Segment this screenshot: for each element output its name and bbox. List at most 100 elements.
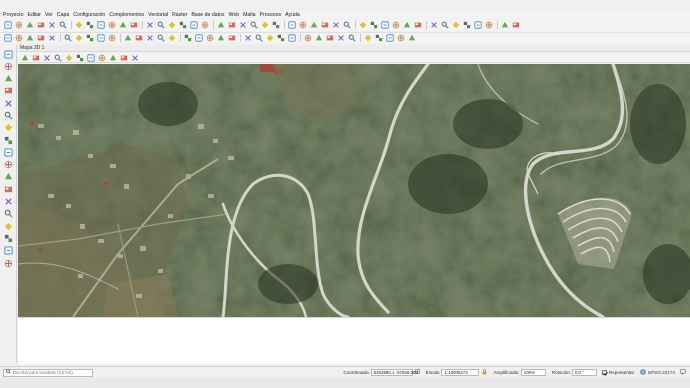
highlighter-icon[interactable] bbox=[336, 34, 345, 43]
pen-icon[interactable] bbox=[347, 34, 356, 43]
add-wfs-icon[interactable] bbox=[3, 209, 13, 219]
map-pan-icon[interactable] bbox=[20, 53, 29, 62]
lock-icon[interactable] bbox=[482, 368, 487, 377]
tips-icon[interactable] bbox=[271, 21, 280, 30]
plugin-icon[interactable] bbox=[309, 21, 318, 30]
add-mesh-icon[interactable] bbox=[3, 74, 13, 84]
annotation-icon[interactable] bbox=[249, 21, 258, 30]
pan-icon[interactable] bbox=[36, 21, 45, 30]
rotate-icon[interactable] bbox=[451, 21, 460, 30]
delete-icon[interactable] bbox=[47, 34, 56, 43]
add-postgis-icon[interactable] bbox=[3, 123, 13, 133]
select-icon[interactable] bbox=[178, 21, 187, 30]
crs-globe-icon[interactable] bbox=[640, 368, 646, 377]
menu-raster[interactable]: Ráster bbox=[172, 12, 187, 18]
pin-icon[interactable] bbox=[134, 34, 143, 43]
move-feature-icon[interactable] bbox=[36, 34, 45, 43]
paint-icon[interactable] bbox=[363, 34, 372, 43]
locate-icon[interactable] bbox=[358, 21, 367, 30]
map-settings-icon[interactable] bbox=[108, 53, 117, 62]
zoom-last-icon[interactable] bbox=[107, 21, 116, 30]
redo-icon[interactable] bbox=[107, 34, 116, 43]
save-project-icon[interactable] bbox=[25, 21, 34, 30]
refresh-2-icon[interactable] bbox=[407, 34, 416, 43]
messages-icon[interactable] bbox=[680, 368, 686, 377]
zoom-layer-icon[interactable] bbox=[85, 21, 94, 30]
overview-icon[interactable] bbox=[314, 34, 323, 43]
add-xyz-icon[interactable] bbox=[3, 184, 13, 194]
digitize-icon[interactable] bbox=[380, 21, 389, 30]
open-project-icon[interactable] bbox=[14, 21, 23, 30]
add-virtual-icon[interactable] bbox=[3, 160, 13, 170]
zoom-next-icon[interactable] bbox=[118, 21, 127, 30]
menu-configuracion[interactable]: Configuración bbox=[73, 12, 105, 18]
undo-icon[interactable] bbox=[96, 34, 105, 43]
magnifier-field[interactable]: 100% bbox=[520, 369, 546, 376]
menu-capa[interactable]: Capa bbox=[57, 12, 69, 18]
add-vector-icon[interactable] bbox=[3, 49, 13, 59]
layout-manager-icon[interactable] bbox=[484, 21, 493, 30]
menu-procesos[interactable]: Procesos bbox=[260, 12, 282, 18]
menu-malla[interactable]: Malla bbox=[243, 12, 255, 18]
rotate-label-icon[interactable] bbox=[167, 34, 176, 43]
deselect-icon[interactable] bbox=[189, 21, 198, 30]
show-hide-label-icon[interactable] bbox=[145, 34, 154, 43]
grass-icon[interactable] bbox=[265, 34, 274, 43]
osm-icon[interactable] bbox=[331, 21, 340, 30]
menu-base-de-datos[interactable]: Base de datos bbox=[191, 12, 224, 18]
statistics-icon[interactable] bbox=[227, 21, 236, 30]
add-spatialite-icon[interactable] bbox=[3, 110, 13, 120]
coordinate-field[interactable]: 6262880,1 -97848,008 bbox=[370, 369, 418, 376]
menu-vectorial[interactable]: Vectorial bbox=[148, 12, 168, 18]
map-export-icon[interactable] bbox=[97, 53, 106, 62]
identify-icon[interactable] bbox=[167, 21, 176, 30]
map-canvas[interactable] bbox=[18, 64, 690, 317]
add-vector-tile-icon[interactable] bbox=[3, 233, 13, 243]
add-geopackage-icon[interactable] bbox=[3, 98, 13, 108]
map-effects-icon[interactable] bbox=[119, 53, 128, 62]
rectangle-icon[interactable] bbox=[243, 34, 252, 43]
merge-icon[interactable] bbox=[402, 21, 411, 30]
menu-editar[interactable]: Editar bbox=[27, 12, 41, 18]
temporal-icon[interactable] bbox=[156, 21, 165, 30]
new-map-view-icon[interactable] bbox=[129, 21, 138, 30]
new-layout-icon[interactable] bbox=[473, 21, 482, 30]
menu-ver[interactable]: Ver bbox=[45, 12, 53, 18]
add-feature-icon[interactable] bbox=[25, 34, 34, 43]
render-checkbox[interactable] bbox=[601, 370, 607, 375]
db-manager-icon[interactable] bbox=[287, 21, 296, 30]
zoom-in-icon[interactable] bbox=[47, 21, 56, 30]
offset-icon[interactable] bbox=[440, 21, 449, 30]
georeferencer-icon[interactable] bbox=[320, 21, 329, 30]
pencil-icon[interactable] bbox=[325, 34, 334, 43]
add-mssql-icon[interactable] bbox=[3, 135, 13, 145]
add-wms-icon[interactable] bbox=[3, 172, 13, 182]
text-label-icon[interactable] bbox=[462, 21, 471, 30]
binoculars-icon[interactable] bbox=[342, 21, 351, 30]
map-animation-icon[interactable] bbox=[75, 53, 84, 62]
save-edits-icon[interactable] bbox=[14, 34, 23, 43]
map-measure-icon[interactable] bbox=[64, 53, 73, 62]
menu-proyecto[interactable]: Proyecto bbox=[3, 12, 23, 18]
zoom-native-icon[interactable] bbox=[396, 34, 405, 43]
raster-calc-icon[interactable] bbox=[276, 34, 285, 43]
polygon-icon[interactable] bbox=[254, 34, 263, 43]
cut-icon[interactable] bbox=[63, 34, 72, 43]
add-raster-icon[interactable] bbox=[3, 61, 13, 71]
reshape-icon[interactable] bbox=[429, 21, 438, 30]
shape-icon[interactable] bbox=[205, 34, 214, 43]
measure-icon[interactable] bbox=[238, 21, 247, 30]
locator-bar[interactable]: Escriba para localizar (Ctrl+K) bbox=[3, 368, 93, 377]
help-icon[interactable] bbox=[511, 21, 520, 30]
change-label-icon[interactable] bbox=[183, 34, 192, 43]
map-camera-icon[interactable] bbox=[86, 53, 95, 62]
crs-label[interactable]: EPSG:22174 bbox=[648, 370, 675, 375]
refresh-icon[interactable] bbox=[145, 21, 154, 30]
rotation-field[interactable]: 0,0 ° bbox=[571, 369, 597, 376]
new-shapefile-icon[interactable] bbox=[3, 258, 13, 268]
add-arcgis-icon[interactable] bbox=[3, 221, 13, 231]
style-icon[interactable] bbox=[374, 34, 383, 43]
edit-icon[interactable] bbox=[3, 34, 12, 43]
map-zoom-full-icon[interactable] bbox=[31, 53, 40, 62]
align-icon[interactable] bbox=[287, 34, 296, 43]
